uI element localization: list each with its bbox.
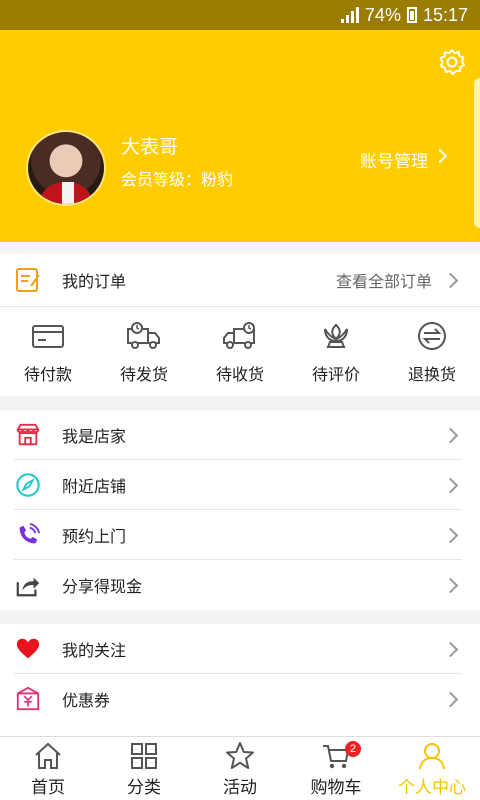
gear-icon[interactable]: [438, 48, 466, 76]
chevron-right-icon: [442, 527, 459, 543]
side-drawer-edge: [474, 78, 480, 228]
menu-item-label: 优惠券: [62, 691, 111, 710]
chevron-right-icon: [442, 577, 459, 593]
tab-activities[interactable]: 活动: [192, 737, 288, 800]
chevron-right-icon: [442, 272, 459, 288]
person-icon: [419, 743, 445, 770]
star-icon: [226, 742, 254, 769]
order-status-pending-review[interactable]: 待评价: [288, 307, 384, 396]
wallet-card-icon: [32, 325, 64, 348]
menu-item-nearby-stores[interactable]: 附近店铺: [0, 460, 480, 510]
order-status-label: 待付款: [23, 365, 72, 384]
tab-label: 购物车: [310, 778, 362, 798]
menu-item-label: 分享得现金: [62, 577, 143, 596]
status-bar: 74% 15:17: [0, 0, 480, 30]
menu-item-label: 我的关注: [62, 641, 127, 660]
battery-percent: 74%: [364, 4, 401, 25]
tab-label: 活动: [223, 778, 257, 798]
tab-label: 首页: [31, 778, 65, 798]
compass-icon: [14, 471, 42, 499]
order-status-label: 待收货: [215, 365, 264, 384]
menu-group-personal: 我的关注 优惠券: [0, 624, 480, 736]
tab-profile[interactable]: 个人中心: [384, 737, 480, 800]
home-icon: [35, 742, 61, 769]
order-status-pending-receipt[interactable]: 待收货: [192, 307, 288, 396]
clock: 15:17: [422, 4, 468, 25]
chevron-right-icon: [432, 148, 448, 164]
menu-item-label: 附近店铺: [62, 477, 127, 496]
menu-item-label: 我是店家: [62, 427, 127, 446]
bottom-tab-bar: 首页 分类 活动 2 购物车 个人中心: [0, 736, 480, 800]
cart-count-badge: 2: [345, 741, 361, 757]
tab-label: 分类: [127, 778, 161, 798]
chevron-right-icon: [442, 477, 459, 493]
order-status-label: 待评价: [311, 365, 360, 384]
order-status-label: 退换货: [407, 365, 456, 384]
orders-title: 我的订单: [62, 272, 127, 291]
avatar[interactable]: [26, 130, 106, 206]
order-status-bar: 待付款 待发货 待收货 待评价 退换货: [0, 306, 480, 396]
tab-label: 个人中心: [398, 778, 466, 798]
order-status-returns[interactable]: 退换货: [384, 307, 480, 396]
chevron-right-icon: [442, 427, 459, 443]
truck-clock-icon: [127, 322, 160, 349]
view-all-orders-link[interactable]: 查看全部订单: [336, 268, 432, 292]
order-status-pending-payment[interactable]: 待付款: [0, 307, 96, 396]
store-icon: [14, 421, 42, 449]
menu-item-coupons[interactable]: 优惠券: [0, 674, 480, 724]
account-management-link[interactable]: 账号管理: [360, 147, 428, 172]
signal-icon: [340, 7, 359, 23]
grid-icon: [131, 743, 157, 769]
phone-icon: [14, 521, 42, 549]
username: 大表哥: [121, 136, 179, 158]
menu-item-store-owner[interactable]: 我是店家: [0, 410, 480, 460]
exchange-icon: [418, 322, 446, 350]
battery-icon: [406, 7, 417, 23]
tab-categories[interactable]: 分类: [96, 737, 192, 800]
orders-header[interactable]: 我的订单 查看全部订单: [0, 254, 480, 306]
order-status-pending-shipment[interactable]: 待发货: [96, 307, 192, 396]
flower-icon: [324, 323, 348, 348]
profile-header: 大表哥 会员等级：粉豹 账号管理: [0, 30, 480, 242]
member-level: 会员等级：粉豹: [121, 170, 234, 189]
menu-item-book-visit[interactable]: 预约上门: [0, 510, 480, 560]
menu-group-services: 我是店家 附近店铺 预约上门 分享得现金: [0, 410, 480, 610]
truck-clock-icon: [223, 322, 255, 349]
tab-home[interactable]: 首页: [0, 737, 96, 800]
order-list-icon: [14, 266, 42, 294]
menu-item-share-cash[interactable]: 分享得现金: [0, 560, 480, 610]
menu-item-label: 预约上门: [62, 527, 127, 546]
share-icon: [14, 571, 42, 599]
coupon-icon: [14, 685, 42, 713]
chevron-right-icon: [442, 691, 459, 707]
heart-icon: [14, 635, 42, 663]
chevron-right-icon: [442, 641, 459, 657]
tab-cart[interactable]: 2 购物车: [288, 737, 384, 800]
menu-item-my-follows[interactable]: 我的关注: [0, 624, 480, 674]
order-status-label: 待发货: [119, 365, 168, 384]
